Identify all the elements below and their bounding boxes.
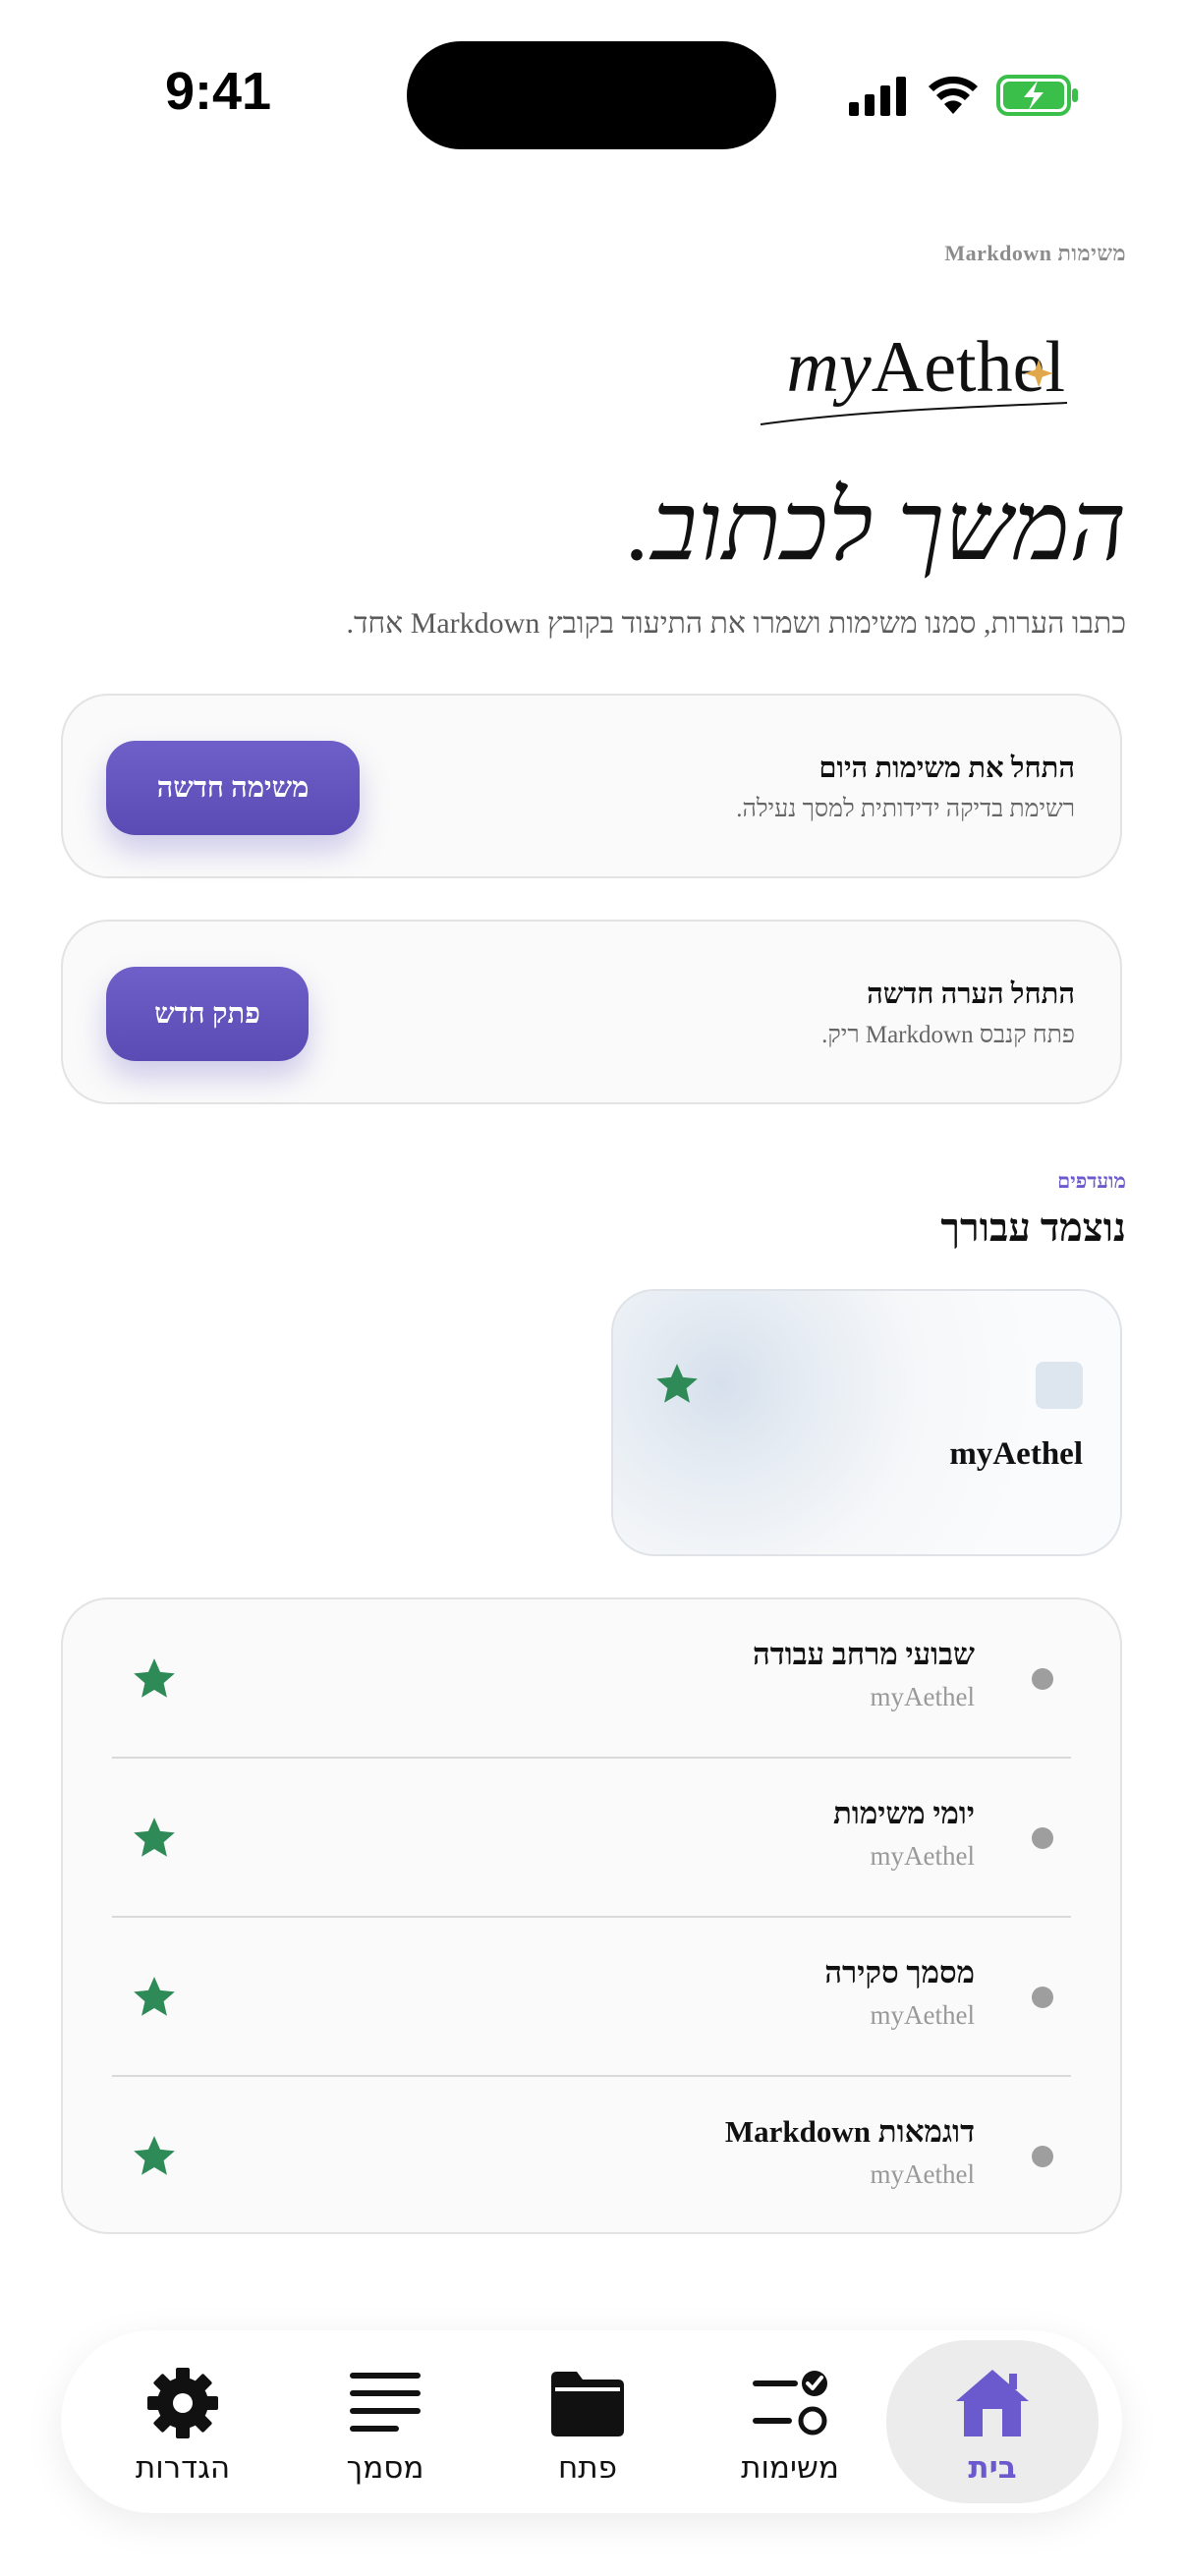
status-dot [1032, 2146, 1053, 2167]
start-note-card[interactable]: התחל הערה חדשה פתח קנבס Markdown ריק. פת… [61, 920, 1122, 1104]
pinned-card[interactable]: myAethel [611, 1289, 1122, 1556]
tab-label: משימות [741, 2450, 839, 2486]
list-item-title: מסמך סקירה [824, 1955, 975, 1989]
list-item-subtitle: myAethel [870, 1682, 975, 1711]
document-lines-icon [350, 2373, 421, 2432]
folder-icon [551, 2372, 624, 2436]
card-title: התחל הערה חדשה [867, 979, 1075, 1010]
tab-settings[interactable]: הגדרות [77, 2340, 289, 2503]
tab-open[interactable]: פתח [481, 2340, 694, 2503]
document-thumbnail-icon [1036, 1362, 1083, 1409]
card-title: התחל את משימות היום [818, 753, 1075, 784]
list-item-subtitle: myAethel [870, 2000, 975, 2030]
list-item-title: דוגמאות Markdown [724, 2114, 975, 2149]
tab-document[interactable]: מסמך [279, 2340, 491, 2503]
star-icon[interactable] [130, 1654, 179, 1704]
app-logo: myAethel [760, 327, 1068, 425]
tab-bar: בית משימות פתח מסמך הגדרות [61, 2330, 1122, 2513]
card-description: פתח קנבס Markdown ריק. [821, 1022, 1075, 1048]
favorites-list: שבועי מרחב עבודה myAethel יומי משימות my… [61, 1597, 1122, 2234]
tab-tasks[interactable]: משימות [684, 2340, 896, 2503]
list-item[interactable]: יומי משימות myAethel [63, 1759, 1120, 1918]
star-icon[interactable] [130, 1814, 179, 1863]
cellular-signal-icon [849, 77, 906, 116]
status-dot [1032, 1987, 1053, 2008]
dynamic-island [407, 41, 776, 149]
tab-home[interactable]: בית [886, 2340, 1099, 2503]
list-item[interactable]: שבועי מרחב עבודה myAethel [63, 1599, 1120, 1759]
list-item-subtitle: myAethel [870, 1841, 975, 1871]
status-time: 9:41 [165, 62, 272, 121]
tab-label: פתח [558, 2450, 617, 2486]
card-description: רשימת בדיקה ידידותית למסך נעילה. [736, 796, 1075, 822]
pinned-card-title: myAethel [949, 1436, 1083, 1472]
list-item-title: יומי משימות [833, 1796, 975, 1830]
list-item-subtitle: myAethel [870, 2159, 975, 2189]
status-dot [1032, 1668, 1053, 1690]
star-icon[interactable] [130, 2132, 179, 2181]
page-title: המשך לכתוב. [627, 475, 1126, 581]
tab-label: מסמך [346, 2450, 424, 2486]
tab-label: הגדרות [135, 2450, 231, 2486]
page-subtitle: כתבו הערות, סמנו משימות ושמרו את התיעוד … [346, 607, 1127, 640]
new-task-button[interactable]: משימה חדשה [106, 741, 360, 835]
tab-label: בית [968, 2450, 1017, 2486]
status-dot [1032, 1827, 1053, 1849]
list-item[interactable]: מסמך סקירה myAethel [63, 1918, 1120, 2077]
list-item[interactable]: דוגמאות Markdown myAethel [63, 2077, 1120, 2236]
battery-charging-icon [996, 75, 1078, 116]
favorites-eyebrow: מועדפים [1057, 1169, 1126, 1193]
list-item-title: שבועי מרחב עבודה [752, 1637, 975, 1671]
gear-icon [147, 2368, 218, 2438]
svg-text:myAethel: myAethel [786, 327, 1065, 408]
start-tasks-card[interactable]: התחל את משימות היום רשימת בדיקה ידידותית… [61, 694, 1122, 878]
favorites-title: נוצמד עבורך [940, 1205, 1126, 1250]
app-eyebrow: משימות Markdown [944, 241, 1126, 265]
wifi-icon [929, 76, 978, 114]
new-note-button[interactable]: פתק חדש [106, 967, 309, 1061]
star-icon[interactable] [652, 1360, 702, 1409]
home-icon [956, 2370, 1029, 2436]
star-icon[interactable] [130, 1973, 179, 2022]
tasks-icon [753, 2371, 827, 2436]
